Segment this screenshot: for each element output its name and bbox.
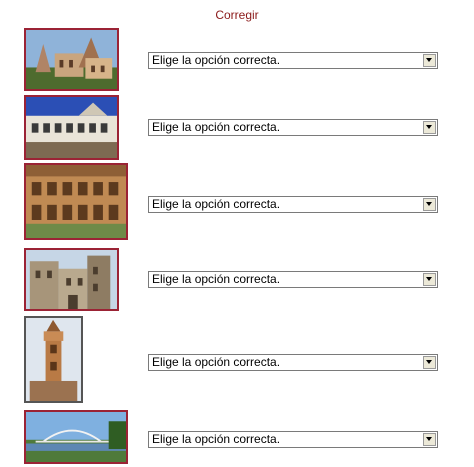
chevron-down-icon[interactable] (423, 356, 436, 369)
answer-select-6[interactable]: Elige la opción correcta. (148, 431, 438, 448)
answer-select-4[interactable]: Elige la opción correcta. (148, 271, 438, 288)
answer-select-value: Elige la opción correcta. (152, 120, 281, 134)
photo-cloister (24, 163, 128, 240)
answer-select-value: Elige la opción correcta. (152, 272, 281, 286)
chevron-down-icon[interactable] (423, 433, 436, 446)
answer-select-value: Elige la opción correcta. (152, 432, 281, 446)
chevron-down-icon[interactable] (423, 273, 436, 286)
photo-stone-palace (24, 248, 119, 311)
chevron-down-icon[interactable] (423, 54, 436, 67)
photo-river-bridge (24, 410, 128, 464)
answer-select-value: Elige la opción correcta. (152, 53, 281, 67)
answer-select-value: Elige la opción correcta. (152, 197, 281, 211)
answer-select-value: Elige la opción correcta. (152, 355, 281, 369)
chevron-down-icon[interactable] (423, 121, 436, 134)
answer-select-2[interactable]: Elige la opción correcta. (148, 119, 438, 136)
photo-monastery-towers (24, 28, 119, 91)
answer-select-5[interactable]: Elige la opción correcta. (148, 354, 438, 371)
answer-select-3[interactable]: Elige la opción correcta. (148, 196, 438, 213)
answer-select-1[interactable]: Elige la opción correcta. (148, 52, 438, 69)
chevron-down-icon[interactable] (423, 198, 436, 211)
photo-gallery-facade (24, 95, 119, 160)
photo-bell-tower (24, 316, 83, 403)
correct-link[interactable]: Corregir (0, 8, 474, 22)
quiz-page: Corregir Elige la opción correcta. Elige… (0, 0, 474, 467)
